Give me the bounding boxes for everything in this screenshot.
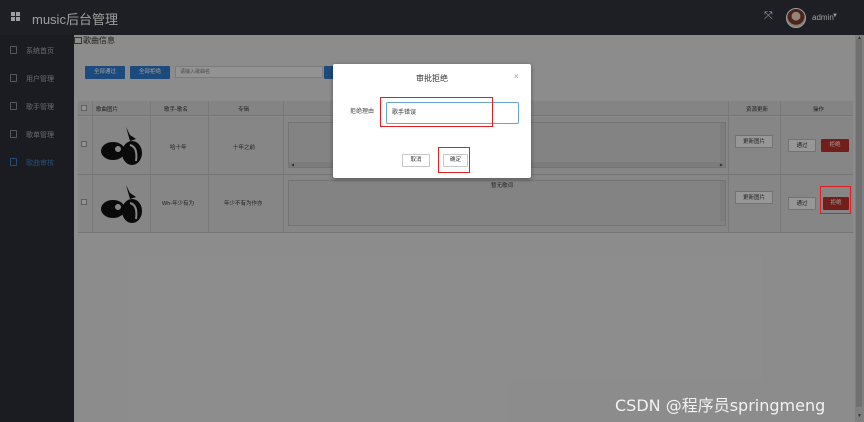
close-icon[interactable]: × <box>514 72 519 81</box>
watermark: CSDN @程序员springmeng <box>615 396 826 415</box>
highlight-box-reject <box>820 186 851 214</box>
highlight-box-reason <box>380 97 493 127</box>
dialog-title: 审批拒绝 <box>416 74 448 83</box>
reason-label: 拒绝理由 <box>350 109 375 115</box>
cancel-button[interactable]: 取消 <box>402 154 430 167</box>
highlight-box-confirm <box>438 147 470 173</box>
